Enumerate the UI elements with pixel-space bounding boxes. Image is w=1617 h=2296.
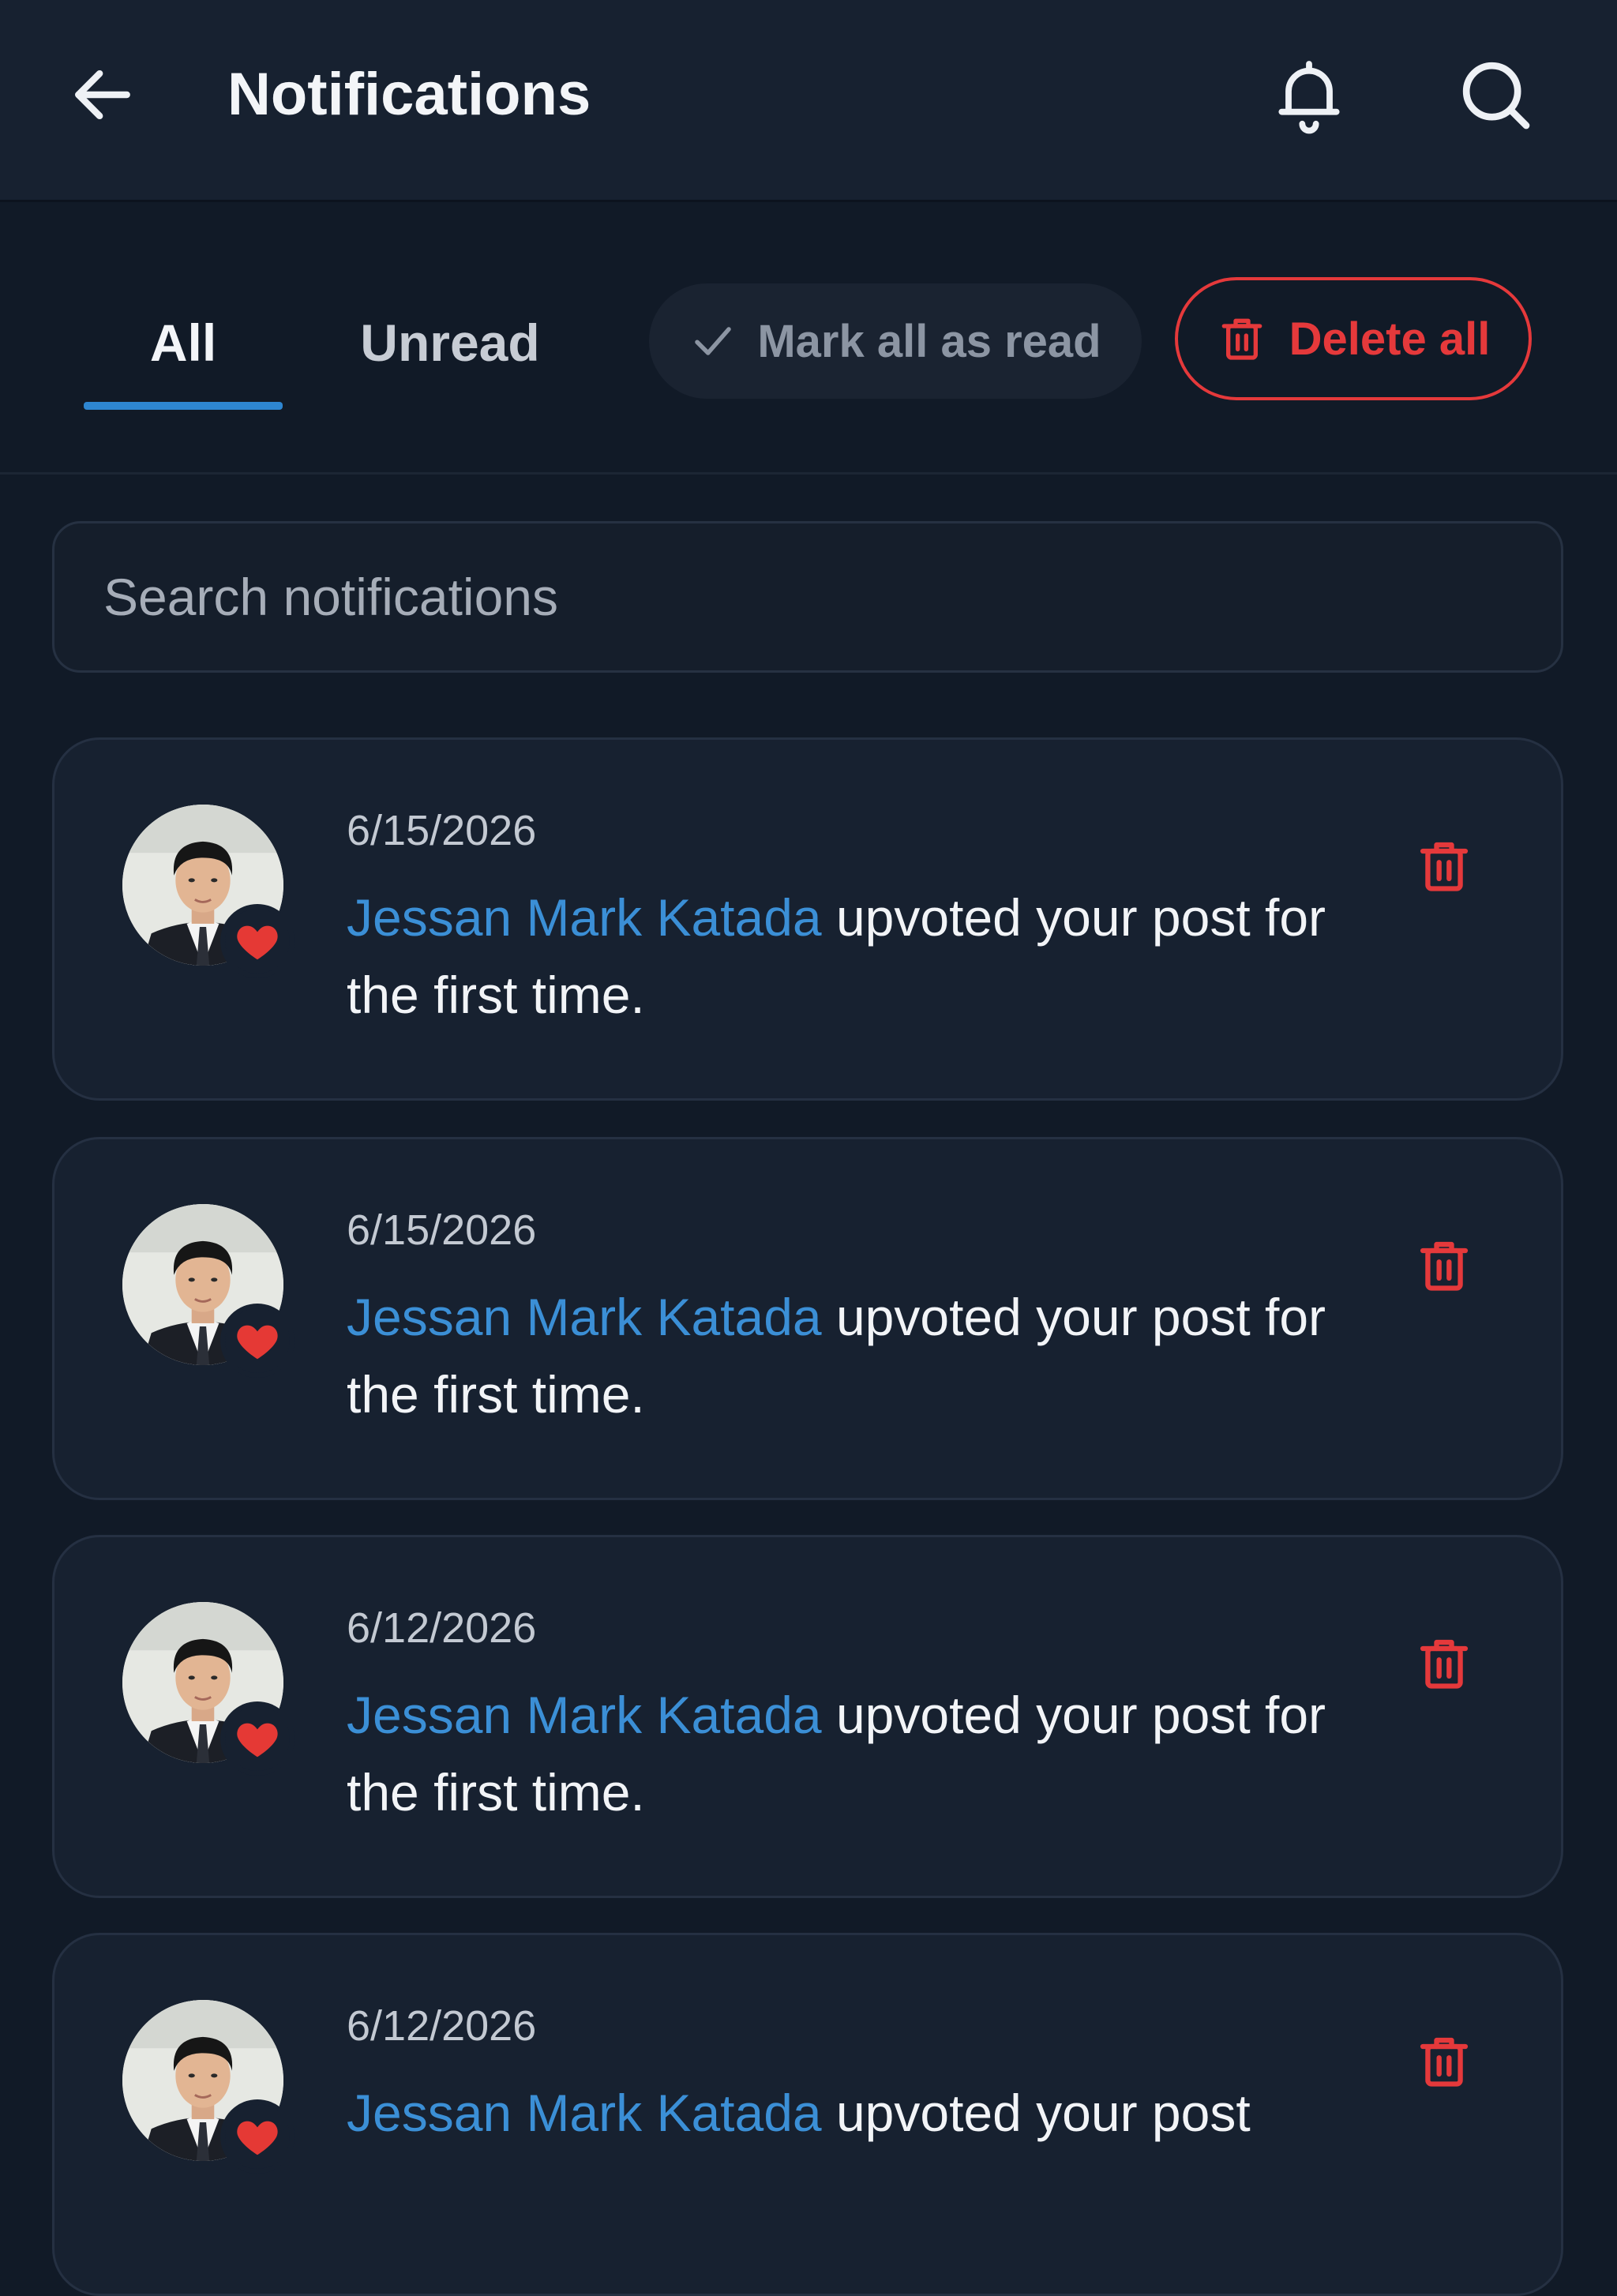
avatar: [122, 1204, 295, 1378]
app-header: Notifications: [0, 0, 1617, 202]
delete-notification-button[interactable]: [1397, 1616, 1491, 1711]
notification-date: 6/15/2026: [347, 1206, 537, 1254]
delete-notification-button[interactable]: [1397, 2014, 1491, 2109]
trash-icon: [1420, 2037, 1469, 2087]
notification-date: 6/15/2026: [347, 807, 537, 854]
search-button[interactable]: [1442, 41, 1549, 148]
notification-card[interactable]: 6/12/2026 Jessan Mark Katada upvoted you…: [52, 1933, 1563, 2296]
notifications-bell-button[interactable]: [1255, 41, 1363, 148]
notification-message: Jessan Mark Katada upvoted your post: [347, 2074, 1405, 2152]
avatar: [122, 2000, 295, 2174]
avatar: [122, 805, 295, 978]
upvote-badge: [220, 1304, 295, 1378]
filter-bar: All Unread Mark all as read Delete all: [0, 204, 1617, 475]
tab-unread[interactable]: Unread: [340, 291, 561, 410]
arrow-left-icon: [75, 69, 130, 120]
delete-notification-button[interactable]: [1397, 1218, 1491, 1313]
heart-icon: [237, 925, 278, 960]
notification-date: 6/12/2026: [347, 2002, 537, 2050]
mark-all-read-button[interactable]: Mark all as read: [649, 283, 1142, 399]
back-button[interactable]: [55, 47, 150, 142]
mark-all-read-label: Mark all as read: [757, 315, 1101, 367]
avatar: [122, 1602, 295, 1776]
tab-all-label: All: [149, 313, 217, 372]
notification-card[interactable]: 6/15/2026 Jessan Mark Katada upvoted you…: [52, 737, 1563, 1101]
notification-actor-link[interactable]: Jessan Mark Katada: [347, 1288, 822, 1346]
notification-message: Jessan Mark Katada upvoted your post for…: [347, 879, 1405, 1034]
delete-all-button[interactable]: Delete all: [1175, 277, 1532, 400]
notification-card[interactable]: 6/12/2026 Jessan Mark Katada upvoted you…: [52, 1535, 1563, 1898]
trash-icon: [1420, 1241, 1469, 1291]
notification-message: Jessan Mark Katada upvoted your post for…: [347, 1278, 1405, 1433]
notification-actor-link[interactable]: Jessan Mark Katada: [347, 2084, 822, 2142]
search-icon: [1462, 62, 1530, 129]
upvote-badge: [220, 2099, 295, 2174]
notification-actor-link[interactable]: Jessan Mark Katada: [347, 1686, 822, 1744]
search-notifications-input[interactable]: [52, 521, 1563, 673]
notification-actor-link[interactable]: Jessan Mark Katada: [347, 888, 822, 947]
notification-date: 6/12/2026: [347, 1604, 537, 1652]
heart-icon: [237, 1325, 278, 1360]
notification-card[interactable]: 6/15/2026 Jessan Mark Katada upvoted you…: [52, 1137, 1563, 1500]
heart-icon: [237, 2121, 278, 2155]
checkmark-icon: [695, 327, 732, 355]
trash-icon: [1221, 318, 1262, 360]
page-title: Notifications: [227, 61, 591, 128]
delete-all-label: Delete all: [1289, 313, 1491, 365]
upvote-badge: [220, 1701, 295, 1776]
trash-icon: [1420, 1639, 1469, 1689]
delete-notification-button[interactable]: [1397, 819, 1491, 914]
tab-unread-label: Unread: [360, 313, 540, 372]
notification-action-text: upvoted your post: [821, 2084, 1251, 2142]
tab-all[interactable]: All: [84, 291, 283, 410]
bell-icon: [1278, 61, 1340, 134]
upvote-badge: [220, 904, 295, 978]
heart-icon: [237, 1723, 278, 1758]
tab-active-indicator: [84, 402, 283, 410]
trash-icon: [1420, 842, 1469, 891]
notification-message: Jessan Mark Katada upvoted your post for…: [347, 1676, 1405, 1831]
